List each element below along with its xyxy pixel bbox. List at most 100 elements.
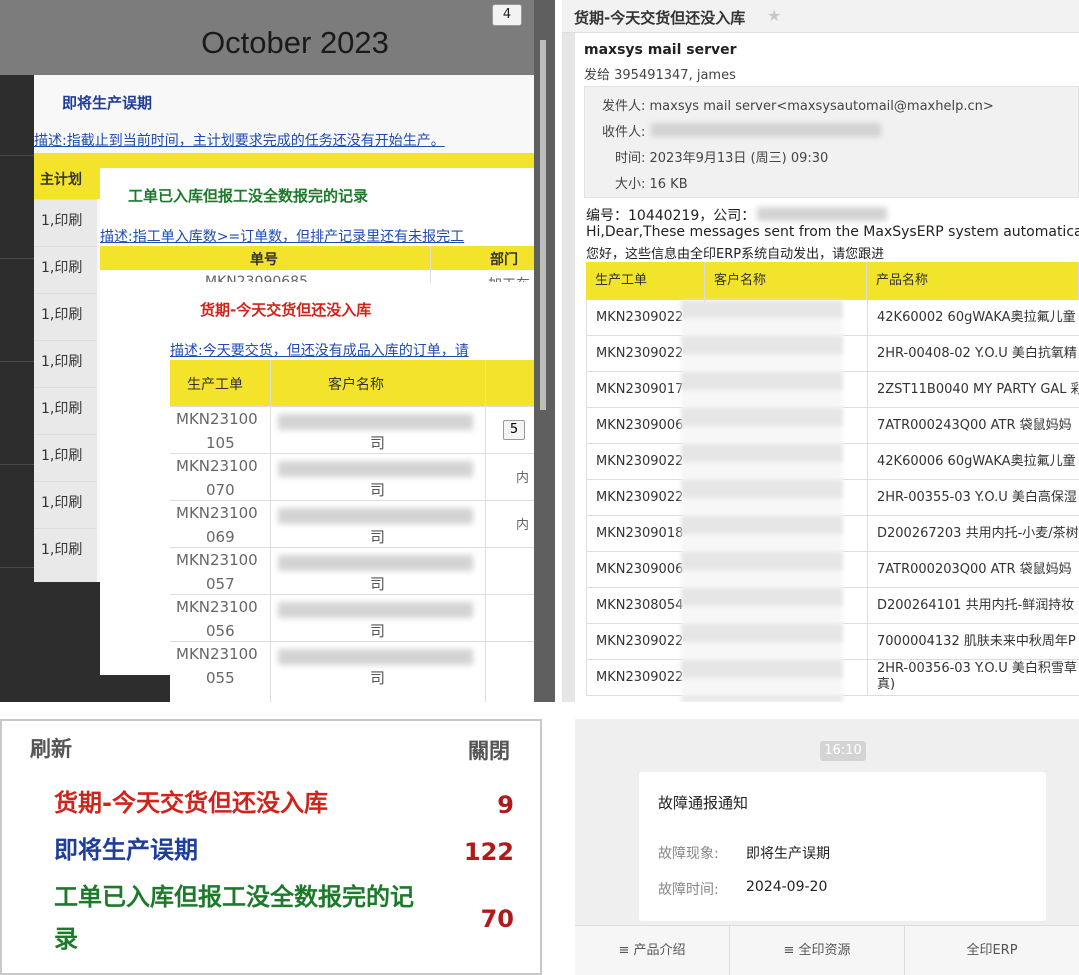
- email-body-id: 编号：10440219，公司：: [586, 208, 756, 224]
- product-cell: 7000004132 肌肤未来中秋周年P: [867, 624, 1079, 659]
- column-header: 主计划: [40, 172, 82, 188]
- row-divider: [34, 340, 97, 341]
- column-header: 生产工单: [586, 262, 705, 300]
- row-divider: [170, 500, 534, 501]
- refresh-button[interactable]: 刷新: [30, 733, 72, 763]
- product-name: D200264101 共用内托-鲜润持妆: [877, 598, 1075, 613]
- product-name: 7000004132 肌肤未来中秋周年P: [877, 634, 1076, 649]
- email-body-cn: 您好，这些信息由全印ERP系统自动发出，请您跟进: [586, 247, 885, 262]
- email-recipients[interactable]: 发给 395491347, james: [584, 64, 736, 83]
- row-divider: [34, 199, 97, 200]
- close-button[interactable]: 關閉: [468, 735, 510, 765]
- alert-item-label-wrap[interactable]: 录: [54, 919, 78, 959]
- row-divider: [34, 293, 97, 294]
- product-cell: 7ATR000243Q00 ATR 袋鼠妈妈: [867, 408, 1079, 443]
- row-count-badge[interactable]: 5: [503, 420, 525, 440]
- order-number-part1: MKN23100: [176, 551, 258, 569]
- product-cell: D200267203 共用内托-小麦/茶树: [867, 516, 1079, 551]
- customer-suffix: 司: [370, 528, 386, 546]
- order-number-part2: 105: [206, 434, 235, 452]
- erp-dashboard-collage: October 2023 4 即将生产误期 描述:指截止到当前时间，主计划要求完…: [0, 0, 555, 702]
- product-name: 2HR-00356-03 Y.O.U 美白积雪草: [877, 661, 1077, 676]
- notice-card[interactable]: 故障通报通知 故障现象: 即将生产误期 故障时间: 2024-09-20: [639, 772, 1046, 921]
- calendar-divider: [0, 258, 34, 259]
- alert-item-label[interactable]: 货期-今天交货但还没入库: [54, 783, 328, 823]
- row-plan-label: 1,印刷: [41, 354, 83, 370]
- size-line: 大小: 16 KB: [615, 177, 688, 192]
- customer-suffix: 司: [370, 481, 386, 499]
- product-cell: 2HR-00356-03 Y.O.U 美白积雪草 真): [867, 660, 1079, 695]
- product-name: 42K60006 60gWAKA奥拉氟儿童: [877, 454, 1076, 469]
- star-icon[interactable]: ★: [767, 6, 781, 25]
- product-cell: 7ATR000203Q00 ATR 袋鼠妈妈: [867, 552, 1079, 587]
- product-name: 2ZST11B0040 MY PARTY GAL 彩: [877, 382, 1079, 397]
- alert-summary-panel: 刷新 關閉 货期-今天交货但还没入库 9 即将生产误期 122 工单已入库但报工…: [0, 719, 542, 975]
- phenomenon-label: 故障现象:: [658, 846, 719, 862]
- order-number-part1: MKN23100: [176, 504, 258, 522]
- column-header: 客户名称: [705, 262, 867, 300]
- row-plan-label: 1,印刷: [41, 542, 83, 558]
- order-number-part2: 055: [206, 669, 235, 687]
- panel-description[interactable]: 描述:今天要交货，但还没有成品入库的订单，请: [170, 340, 469, 360]
- alert-item-count: 9: [497, 791, 514, 819]
- column-divider: [270, 360, 271, 702]
- row-plan-label: 1,印刷: [41, 260, 83, 276]
- product-name: 2HR-00355-03 Y.O.U 美白高保湿: [877, 490, 1077, 505]
- product-name: 2HR-00408-02 Y.O.U 美白抗氧精: [877, 346, 1077, 361]
- menu-product-intro[interactable]: ≡ 产品介绍: [575, 926, 730, 975]
- calendar-divider: [0, 464, 34, 465]
- redacted-recipient: [651, 123, 881, 137]
- panel-description[interactable]: 描述:指截止到当前时间，主计划要求完成的任务还没有开始生产。: [34, 130, 445, 150]
- row-divider: [34, 246, 97, 247]
- panel-description[interactable]: 描述:指工单入库数>=订单数，但排产记录里还有未报完工: [100, 226, 464, 246]
- column-header: 单号: [250, 252, 278, 268]
- menu-erp[interactable]: 全印ERP: [905, 926, 1079, 975]
- calendar-count-badge[interactable]: 4: [492, 4, 522, 26]
- order-number-part1: MKN23100: [176, 410, 258, 428]
- product-cell: 42K60002 60gWAKA奥拉氟儿童: [867, 300, 1079, 335]
- row-plan-label: 1,印刷: [41, 495, 83, 511]
- alert-item-label[interactable]: 工单已入库但报工没全数报完的记: [54, 877, 414, 917]
- calendar-divider: [0, 567, 34, 568]
- order-number-part2: 069: [206, 528, 235, 546]
- order-number-part1: MKN23100: [176, 457, 258, 475]
- side-mark: 内: [516, 471, 530, 486]
- order-number-part1: MKN23100: [176, 598, 258, 616]
- redacted-customer: [278, 461, 473, 477]
- product-cell: 2HR-00408-02 Y.O.U 美白抗氧精: [867, 336, 1079, 371]
- scrollbar[interactable]: [540, 40, 546, 410]
- email-title-bar: 货期-今天交货但还没入库 ★: [562, 0, 1079, 33]
- product-name: D200267203 共用内托-小麦/茶树: [877, 526, 1079, 541]
- menu-resources[interactable]: ≡ 全印资源: [730, 926, 905, 975]
- alert-item-count: 70: [480, 905, 514, 933]
- email-sidebar: [562, 33, 575, 702]
- row-divider: [34, 481, 97, 482]
- window-gap: [534, 0, 555, 702]
- row-divider: [170, 406, 534, 407]
- panel-title: 货期-今天交货但还没入库: [200, 301, 372, 319]
- alert-item-label[interactable]: 即将生产误期: [54, 830, 198, 870]
- email-sender[interactable]: maxsys mail server: [584, 42, 737, 58]
- alert-item-count: 122: [463, 838, 514, 866]
- order-number-part2: 070: [206, 481, 235, 499]
- redacted-customer-column: [681, 300, 843, 702]
- email-subject: 货期-今天交货但还没入库: [574, 9, 746, 27]
- customer-suffix: 司: [370, 575, 386, 593]
- order-number-part1: MKN23100: [176, 645, 258, 663]
- email-body-en: Hi,Dear,These messages sent from the Max…: [586, 224, 1079, 240]
- order-number-part2: 056: [206, 622, 235, 640]
- product-cell: D200264101 共用内托-鲜润持妆: [867, 588, 1079, 623]
- calendar-divider: [0, 155, 34, 156]
- row-plan-label: 1,印刷: [41, 401, 83, 417]
- notice-title: 故障通报通知: [658, 794, 749, 812]
- redacted-customer: [278, 508, 473, 524]
- fault-time-label: 故障时间:: [658, 882, 719, 898]
- time-line: 时间: 2023年9月13日 (周三) 09:30: [615, 151, 829, 166]
- row-plan-label: 1,印刷: [41, 448, 83, 464]
- phenomenon-value: 即将生产误期: [746, 846, 830, 862]
- row-plan-label: 1,印刷: [41, 307, 83, 323]
- product-name: 42K60002 60gWAKA奥拉氟儿童: [877, 310, 1076, 325]
- column-divider: [485, 360, 486, 702]
- recipient-label: 收件人:: [602, 125, 646, 140]
- customer-suffix: 司: [370, 622, 386, 640]
